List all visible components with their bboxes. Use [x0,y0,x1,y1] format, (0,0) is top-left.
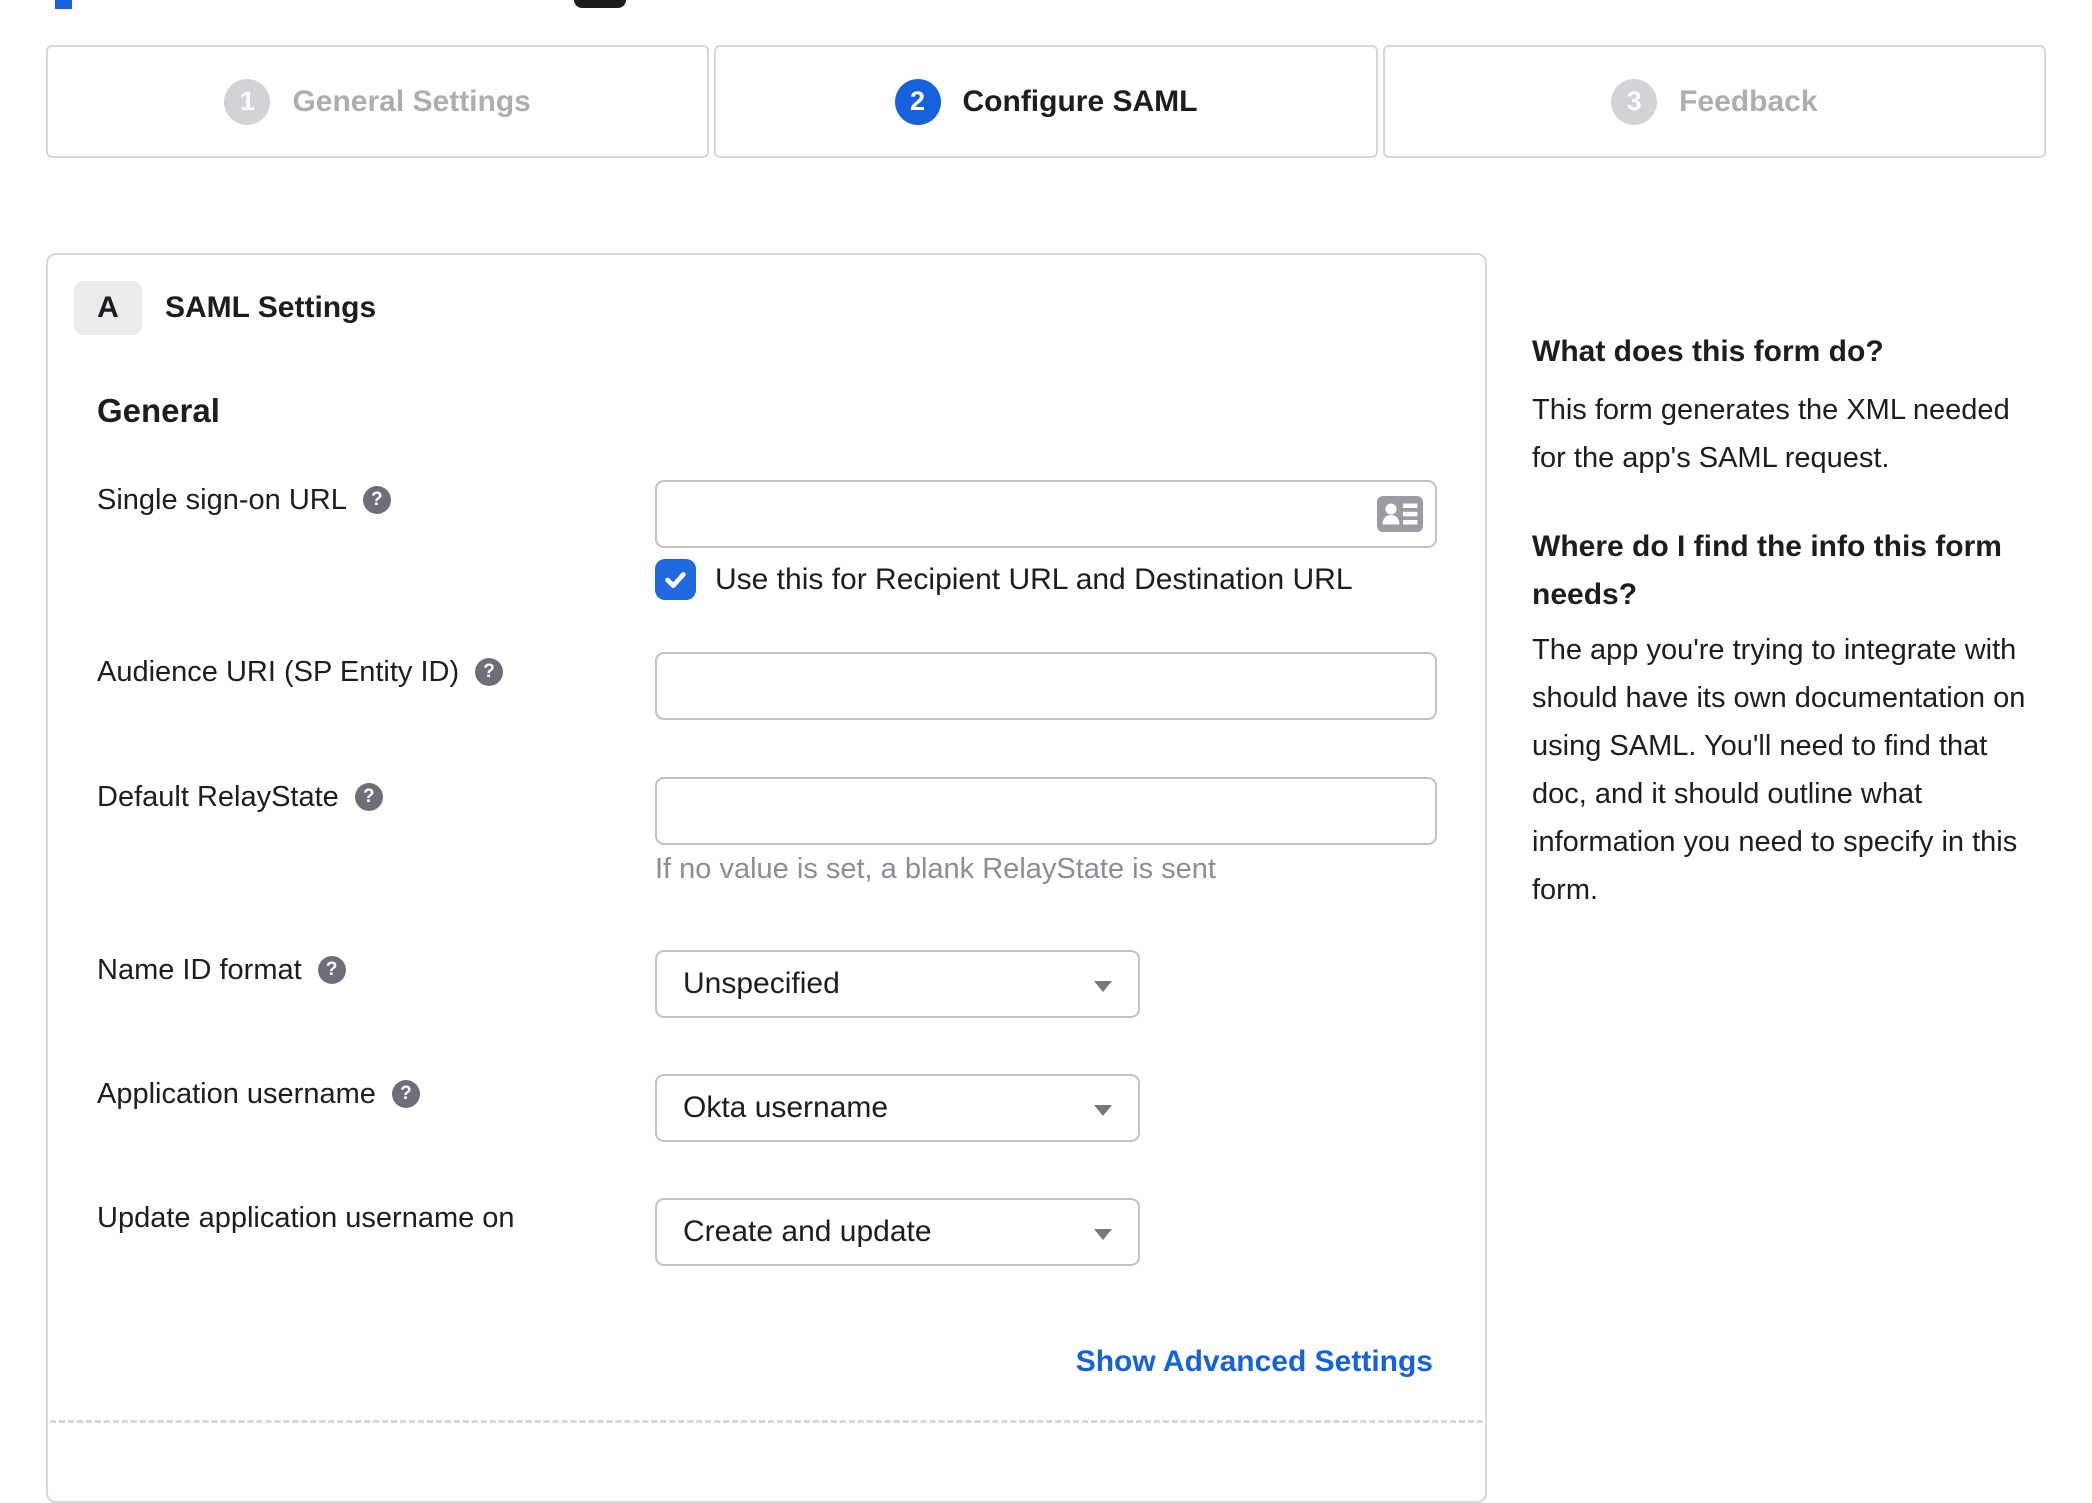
wizard-stepper: 1 General Settings 2 Configure SAML 3 Fe… [46,45,2046,158]
help-icon[interactable]: ? [317,956,346,984]
step-label: General Settings [292,84,531,118]
step-number-badge: 1 [224,78,271,125]
section-a-badge: A [74,281,142,335]
step-number-badge: 2 [894,78,941,125]
help-icon[interactable]: ? [362,486,391,514]
app-username-select[interactable]: Okta username [655,1074,1140,1142]
name-id-format-select[interactable]: Unspecified [655,950,1140,1018]
step-number-badge: 3 [1611,78,1658,125]
app-username-label: Application username ? [97,1078,420,1110]
audience-uri-input[interactable] [655,652,1437,720]
sso-url-field-wrap [655,480,1437,548]
dropdown-caret-icon [1094,1105,1112,1116]
recipient-url-checkbox-label: Use this for Recipient URL and Destinati… [715,562,1353,596]
step-general-settings[interactable]: 1 General Settings [46,45,710,158]
sso-url-input[interactable] [655,480,1437,548]
sso-url-label: Single sign-on URL ? [97,484,391,516]
dropdown-caret-icon [1094,981,1112,992]
relay-state-input[interactable] [655,777,1437,845]
update-username-select[interactable]: Create and update [655,1198,1140,1266]
sidebar-question-2: Where do I find the info this form needs… [1532,530,2002,611]
general-group-heading: General [97,392,220,429]
relay-state-label: Default RelayState ? [97,781,383,813]
step-feedback[interactable]: 3 Feedback [1382,45,2046,158]
step-label: Feedback [1679,84,1818,118]
clipped-dark-element [574,0,626,8]
step-label: Configure SAML [962,84,1198,118]
recipient-url-checkbox[interactable] [655,559,696,600]
update-username-label: Update application username on [97,1201,515,1234]
sidebar-answer-2: The app you're trying to integrate with … [1532,634,2026,906]
dashed-divider [50,1420,1483,1423]
step-configure-saml[interactable]: 2 Configure SAML [714,45,1378,158]
help-icon[interactable]: ? [475,658,504,686]
sidebar-question-1: What does this form do? [1532,335,1884,368]
checkmark-icon [665,572,686,589]
name-id-format-label: Name ID format ? [97,954,346,986]
contact-card-icon[interactable] [1377,496,1423,532]
help-icon[interactable]: ? [354,783,383,811]
relay-state-hint: If no value is set, a blank RelayState i… [655,853,1216,885]
saml-settings-panel: A SAML Settings General Single sign-on U… [46,253,1487,1503]
show-advanced-settings-link[interactable]: Show Advanced Settings [1076,1345,1433,1379]
sidebar-answer-1: This form generates the XML needed for t… [1532,394,2010,474]
audience-uri-label: Audience URI (SP Entity ID) ? [97,656,504,688]
clipped-blue-element [55,0,72,9]
help-icon[interactable]: ? [391,1080,420,1108]
section-title: SAML Settings [165,291,377,324]
dropdown-caret-icon [1094,1229,1112,1240]
